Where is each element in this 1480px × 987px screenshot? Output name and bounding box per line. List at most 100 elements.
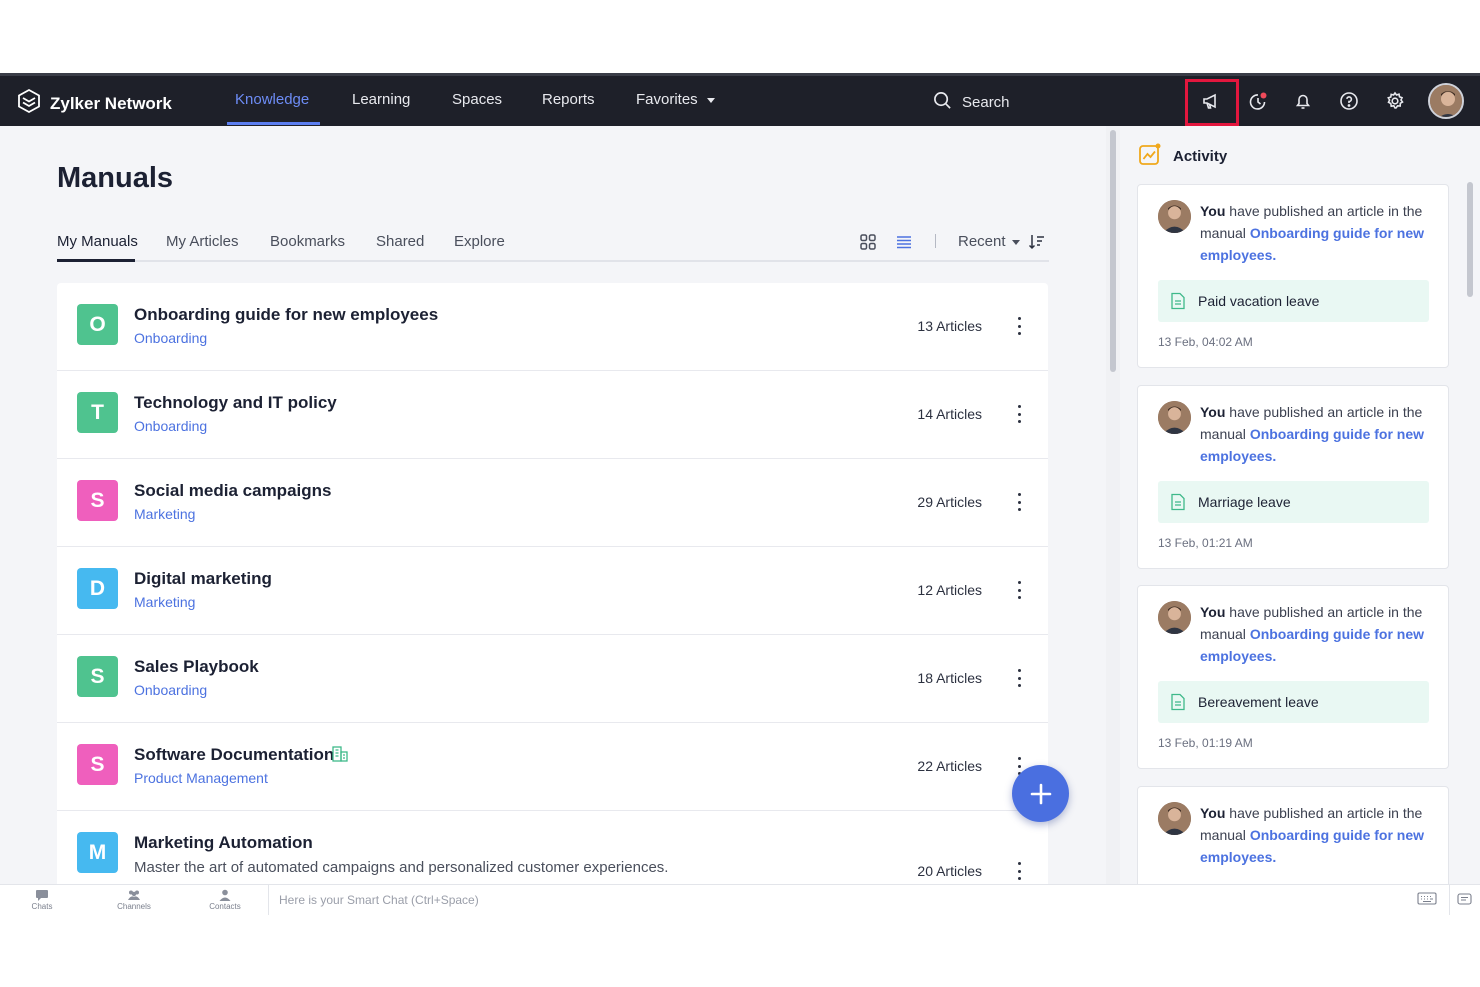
more-options-icon[interactable]: [1016, 317, 1022, 335]
manual-category[interactable]: Product Management: [134, 770, 268, 786]
activity-card[interactable]: You have published an article in the man…: [1137, 385, 1449, 569]
more-options-icon[interactable]: [1016, 862, 1022, 880]
manual-title[interactable]: Onboarding guide for new employees: [134, 305, 438, 325]
activity-scrollbar-thumb[interactable]: [1467, 182, 1473, 297]
manual-title[interactable]: Digital marketing: [134, 569, 272, 589]
main-scrollbar[interactable]: [1106, 126, 1120, 884]
activity-card[interactable]: You have published an article in the man…: [1137, 184, 1449, 368]
manual-row[interactable]: O Onboarding guide for new employees Onb…: [57, 283, 1048, 371]
more-options-icon[interactable]: [1016, 493, 1022, 511]
manual-title[interactable]: Sales Playbook: [134, 657, 259, 677]
sort-label: Recent: [958, 233, 1006, 250]
main-scrollbar-thumb[interactable]: [1110, 130, 1116, 372]
grid-view-icon[interactable]: [858, 232, 878, 252]
article-count: 20 Articles: [917, 863, 982, 879]
manual-category[interactable]: Marketing: [134, 506, 195, 522]
nav-favorites[interactable]: Favorites: [636, 91, 715, 108]
bottom-divider: [1449, 885, 1450, 915]
manual-tile: O: [77, 304, 118, 345]
activity-card[interactable]: You have published an article in the man…: [1137, 786, 1449, 884]
tab-my-manuals[interactable]: My Manuals: [57, 233, 138, 250]
manual-row[interactable]: D Digital marketing Marketing 12 Article…: [57, 547, 1048, 635]
top-navbar: Zylker Network Knowledge Learning Spaces…: [0, 73, 1480, 126]
search-box[interactable]: Search: [933, 91, 1010, 114]
document-icon: [1171, 493, 1185, 511]
manual-title[interactable]: Software Documentation: [134, 745, 334, 765]
chat-window-icon[interactable]: [1456, 891, 1476, 907]
manual-row[interactable]: S Social media campaigns Marketing 29 Ar…: [57, 459, 1048, 547]
manual-tile: S: [77, 744, 118, 785]
manual-row[interactable]: T Technology and IT policy Onboarding 14…: [57, 371, 1048, 459]
activity-title: Activity: [1173, 147, 1228, 165]
activity-text: You have published an article in the man…: [1200, 404, 1425, 464]
chevron-down-icon: [706, 97, 715, 103]
nav-learning[interactable]: Learning: [352, 91, 410, 108]
tab-bookmarks[interactable]: Bookmarks: [270, 233, 345, 250]
nav-knowledge[interactable]: Knowledge: [235, 91, 309, 108]
help-icon[interactable]: [1338, 90, 1360, 112]
contacts-button[interactable]: Contacts: [200, 888, 250, 911]
article-chip[interactable]: Bereavement leave: [1158, 681, 1429, 723]
activity-text: You have published an article in the man…: [1200, 805, 1425, 865]
search-placeholder: Search: [962, 94, 1010, 111]
nav-spaces[interactable]: Spaces: [452, 91, 502, 108]
manual-row[interactable]: S Software Documentation Product Managem…: [57, 723, 1048, 811]
manual-category[interactable]: Onboarding: [134, 418, 207, 434]
more-options-icon[interactable]: [1016, 405, 1022, 423]
top-margin: [0, 0, 1480, 73]
manual-row[interactable]: S Sales Playbook Onboarding 18 Articles: [57, 635, 1048, 723]
tab-my-articles[interactable]: My Articles: [166, 233, 239, 250]
manual-category[interactable]: Onboarding: [134, 330, 207, 346]
article-name: Marriage leave: [1198, 494, 1291, 510]
article-count: 22 Articles: [917, 758, 982, 774]
tab-shared[interactable]: Shared: [376, 233, 424, 250]
smart-chat-input[interactable]: Here is your Smart Chat (Ctrl+Space): [279, 893, 479, 907]
nav-reports[interactable]: Reports: [542, 91, 595, 108]
more-options-icon[interactable]: [1016, 669, 1022, 687]
activity-text: You have published an article in the man…: [1200, 203, 1425, 263]
article-name: Paid vacation leave: [1198, 293, 1320, 309]
activity-header: Activity: [1138, 142, 1227, 170]
article-chip[interactable]: Marriage leave: [1158, 481, 1429, 523]
manual-tile: M: [77, 832, 118, 873]
add-manual-button[interactable]: [1012, 765, 1069, 822]
sort-dropdown[interactable]: Recent: [958, 233, 1020, 250]
bell-icon[interactable]: [1292, 90, 1314, 112]
brand[interactable]: Zylker Network: [16, 88, 172, 119]
page-title: Manuals: [57, 162, 174, 194]
article-count: 29 Articles: [917, 494, 982, 510]
manual-tabs: My Manuals My Articles Bookmarks Shared …: [57, 230, 1049, 262]
manual-category[interactable]: Marketing: [134, 594, 195, 610]
plus-icon: [1030, 783, 1051, 804]
keyboard-icon[interactable]: [1417, 891, 1437, 907]
brand-logo-icon: [16, 88, 42, 119]
manual-tile: D: [77, 568, 118, 609]
manual-list: O Onboarding guide for new employees Onb…: [57, 283, 1048, 884]
more-options-icon[interactable]: [1016, 581, 1022, 599]
channels-button[interactable]: Channels: [109, 888, 159, 911]
chats-button[interactable]: Chats: [17, 888, 67, 911]
gear-icon[interactable]: [1384, 90, 1406, 112]
group-icon: [128, 890, 140, 900]
activity-chart-icon: [1138, 142, 1162, 170]
activity-card[interactable]: You have published an article in the man…: [1137, 585, 1449, 769]
toolbar-divider: [935, 234, 936, 248]
activity-clock-icon[interactable]: [1247, 90, 1269, 112]
document-icon: [1171, 693, 1185, 711]
contact-icon: [219, 889, 231, 901]
manual-category[interactable]: Onboarding: [134, 682, 207, 698]
manual-title[interactable]: Marketing Automation: [134, 833, 313, 853]
list-view-icon[interactable]: [894, 232, 914, 252]
avatar[interactable]: [1428, 83, 1464, 119]
article-name: Bereavement leave: [1198, 694, 1319, 710]
manual-row[interactable]: M Marketing Automation Master the art of…: [57, 811, 1048, 884]
avatar: [1158, 601, 1191, 634]
article-chip[interactable]: Paid vacation leave: [1158, 280, 1429, 322]
manual-title[interactable]: Technology and IT policy: [134, 393, 337, 413]
sort-order-icon[interactable]: [1027, 232, 1047, 252]
announcement-icon[interactable]: [1200, 90, 1222, 112]
tab-explore[interactable]: Explore: [454, 233, 505, 250]
manual-title[interactable]: Social media campaigns: [134, 481, 331, 501]
search-icon: [933, 91, 952, 114]
chevron-down-icon: [1011, 239, 1020, 245]
